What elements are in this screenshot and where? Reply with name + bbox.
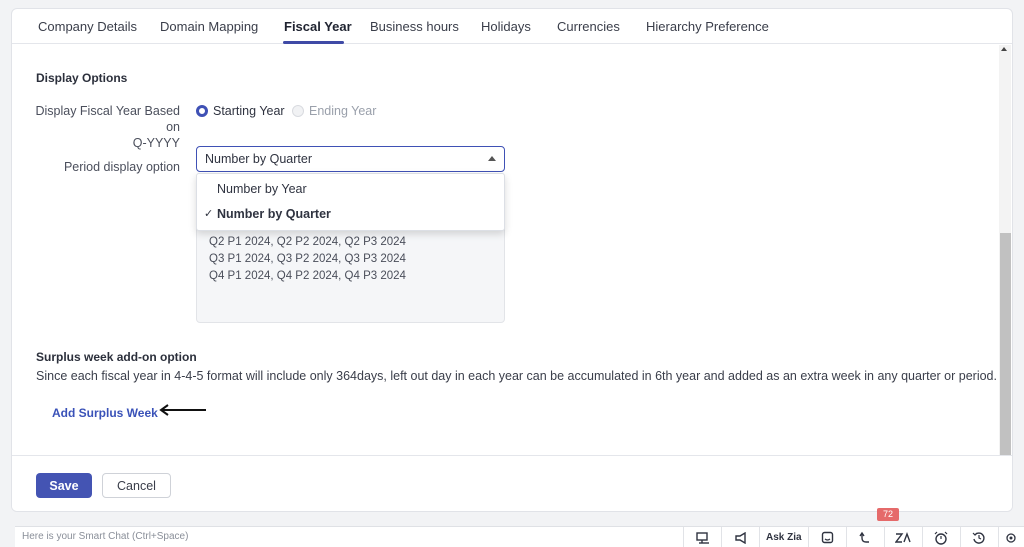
display-options-title: Display Options (36, 71, 128, 85)
alarm-clock-icon[interactable] (921, 527, 960, 547)
scroll-up-icon[interactable] (1001, 47, 1007, 51)
radio-on-icon (196, 105, 208, 117)
period-display-value: Number by Quarter (205, 152, 312, 166)
preview-line: Q2 P1 2024, Q2 P2 2024, Q2 P3 2024 (209, 236, 406, 248)
option-number-by-year[interactable]: Number by Year (197, 177, 504, 202)
sticker-icon[interactable] (807, 527, 846, 547)
preview-line: Q4 P1 2024, Q4 P2 2024, Q4 P3 2024 (209, 270, 406, 282)
bottom-toolbar: Here is your Smart Chat (Ctrl+Space) Ask… (15, 526, 1024, 547)
form-footer: Save Cancel (12, 455, 1012, 511)
option-label: Number by Quarter (217, 207, 331, 221)
tab-currencies[interactable]: Currencies (557, 19, 620, 34)
option-label: Number by Year (217, 182, 307, 196)
notification-badge: 72 (877, 508, 899, 521)
megaphone-icon[interactable] (721, 527, 759, 547)
radio-off-icon (292, 105, 304, 117)
zia-icon[interactable] (883, 527, 922, 547)
chat-icon[interactable] (683, 527, 721, 547)
tab-company-details[interactable]: Company Details (38, 19, 137, 34)
surplus-week-title: Surplus week add-on option (36, 350, 197, 364)
cancel-button[interactable]: Cancel (102, 473, 171, 498)
fiscal-label-line1: Display Fiscal Year Based on (35, 104, 180, 134)
fiscal-year-display-label: Display Fiscal Year Based on Q-YYYY (32, 103, 180, 151)
fiscal-label-line2: Q-YYYY (132, 136, 180, 150)
caret-up-icon (488, 156, 496, 161)
settings-card: Company Details Domain Mapping Fiscal Ye… (11, 8, 1013, 512)
tab-domain-mapping[interactable]: Domain Mapping (160, 19, 258, 34)
save-button[interactable]: Save (36, 473, 92, 498)
radio-starting-year[interactable]: Starting Year (196, 104, 285, 118)
option-number-by-quarter[interactable]: ✓ Number by Quarter (197, 202, 504, 227)
surplus-week-description: Since each fiscal year in 4-4-5 format w… (36, 369, 997, 383)
scrollbar-thumb[interactable] (1000, 233, 1011, 455)
period-display-select[interactable]: Number by Quarter (196, 146, 505, 172)
smart-chat-input[interactable]: Here is your Smart Chat (Ctrl+Space) (22, 531, 188, 542)
tab-business-hours[interactable]: Business hours (370, 19, 459, 34)
tab-hierarchy-preference[interactable]: Hierarchy Preference (646, 19, 769, 34)
period-display-label: Period display option (63, 160, 180, 174)
tab-holidays[interactable]: Holidays (481, 19, 531, 34)
radio-ending-year-label: Ending Year (309, 104, 377, 118)
settings-tabs: Company Details Domain Mapping Fiscal Ye… (12, 9, 1012, 44)
settings-content: Display Options Display Fiscal Year Base… (12, 45, 1012, 455)
active-tab-indicator (283, 41, 344, 44)
bottom-toolbar-icons: Ask Zia (683, 527, 1023, 547)
radio-ending-year[interactable]: Ending Year (292, 104, 376, 118)
checkmark-icon: ✓ (204, 208, 214, 220)
tab-fiscal-year[interactable]: Fiscal Year (284, 19, 352, 34)
undo-arrow-icon[interactable] (845, 527, 884, 547)
add-surplus-week-link[interactable]: Add Surplus Week (52, 406, 158, 420)
period-dropdown-menu: Number by Year ✓ Number by Quarter (196, 173, 505, 231)
arrow-left-icon (159, 404, 206, 416)
radio-starting-year-label: Starting Year (213, 104, 285, 118)
ask-zia-button[interactable]: Ask Zia (759, 527, 808, 547)
settings-icon[interactable] (997, 527, 1023, 547)
history-icon[interactable] (959, 527, 998, 547)
preview-line: Q3 P1 2024, Q3 P2 2024, Q3 P3 2024 (209, 253, 406, 265)
